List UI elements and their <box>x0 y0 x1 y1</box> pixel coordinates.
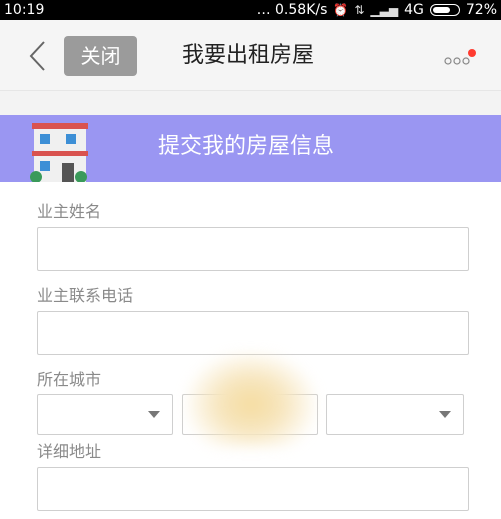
battery-icon <box>429 4 460 16</box>
banner-title: 提交我的房屋信息 <box>158 134 335 159</box>
address-input[interactable] <box>37 467 469 511</box>
back-button[interactable] <box>26 38 50 74</box>
app-header: 关闭 我要出租房屋 <box>0 20 501 91</box>
data-transfer-icon: ⇅ <box>354 3 365 17</box>
more-menu-button[interactable] <box>444 48 476 68</box>
signal-icon: ▁▃▅ <box>370 3 399 17</box>
chevron-down-icon <box>439 411 451 418</box>
notification-dot <box>468 49 476 57</box>
close-button[interactable]: 关闭 <box>64 36 137 76</box>
owner-name-input[interactable] <box>37 227 469 271</box>
network-speed: … 0.58K/s <box>256 2 328 18</box>
status-bar: 10:19 … 0.58K/s ⏰ ⇅ ▁▃▅ 4G 72% <box>0 0 501 20</box>
page-title: 我要出租房屋 <box>182 43 315 68</box>
province-select[interactable] <box>37 394 173 435</box>
chevron-down-icon <box>148 411 160 418</box>
more-dots-icon <box>444 49 476 65</box>
city-label: 所在城市 <box>37 370 102 389</box>
address-label: 详细地址 <box>37 442 102 461</box>
owner-phone-input[interactable] <box>37 311 469 355</box>
alarm-icon: ⏰ <box>333 3 349 17</box>
status-right: … 0.58K/s ⏰ ⇅ ▁▃▅ 4G 72% <box>257 0 497 20</box>
loading-overlay <box>186 352 316 447</box>
owner-phone-label: 业主联系电话 <box>37 286 134 305</box>
chevron-left-icon <box>29 41 45 71</box>
status-time: 10:19 <box>4 2 45 18</box>
network-type: 4G <box>404 2 424 18</box>
owner-name-label: 业主姓名 <box>37 202 102 221</box>
header-spacer <box>0 91 501 115</box>
house-icon <box>30 123 88 182</box>
battery-fill <box>432 7 450 13</box>
district-select[interactable] <box>326 394 464 435</box>
submit-banner: 提交我的房屋信息 <box>0 115 501 182</box>
battery-percent: 72% <box>465 2 497 18</box>
